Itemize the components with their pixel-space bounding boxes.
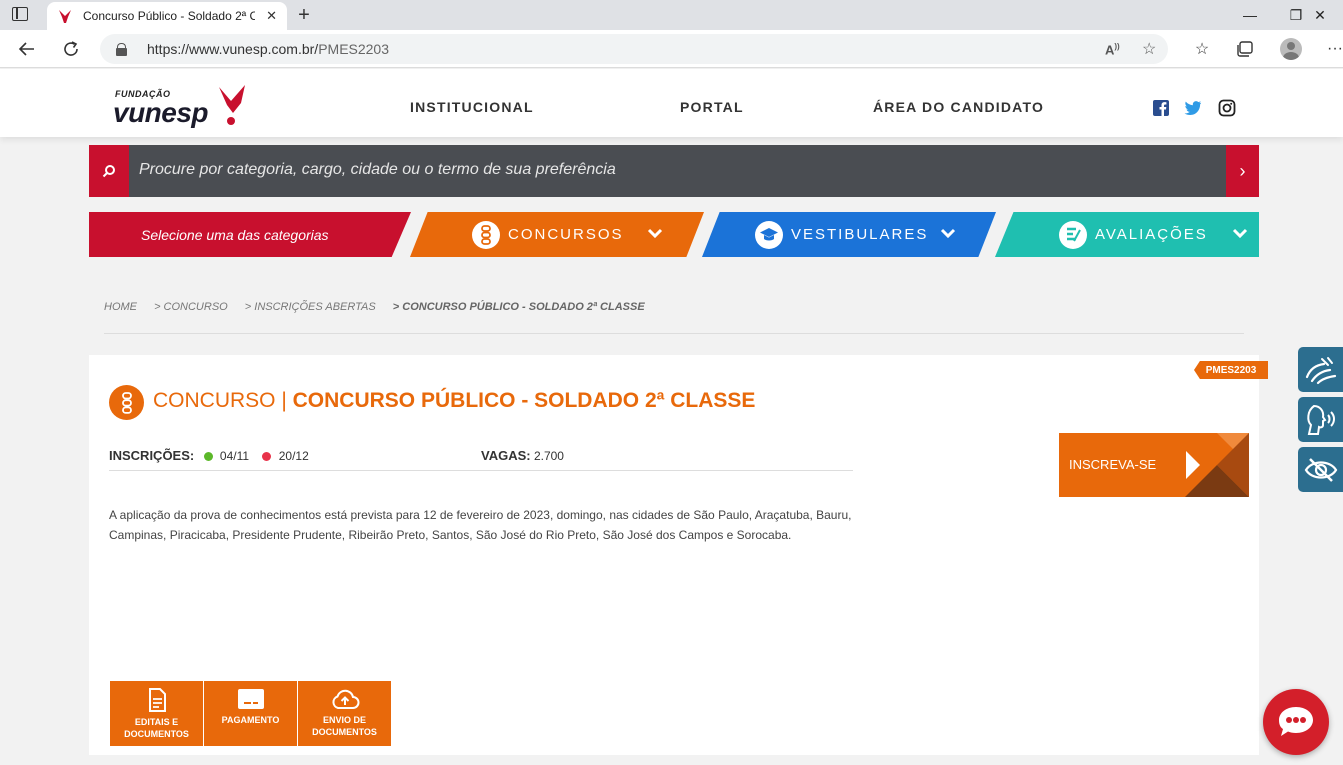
graduation-cap-icon (755, 220, 783, 249)
reload-button[interactable] (59, 37, 83, 61)
category-bar: Selecione uma das categorias CONCURSOS V… (89, 212, 1259, 257)
facebook-icon[interactable] (1152, 99, 1170, 117)
start-date: 04/11 (219, 449, 250, 463)
envio-label: ENVIO DE DOCUMENTOS (312, 715, 377, 737)
twitter-icon[interactable] (1184, 99, 1202, 117)
breadcrumb-concurso[interactable]: > CONCURSO (154, 301, 228, 313)
payment-slip-icon (237, 689, 264, 709)
breadcrumb-home[interactable]: HOME (104, 301, 137, 313)
back-button[interactable] (15, 37, 39, 61)
evaluation-icon (1059, 220, 1087, 249)
search-icon[interactable] (89, 145, 129, 197)
instagram-icon[interactable] (1218, 99, 1236, 117)
sign-language-hands-icon (1305, 356, 1336, 384)
vagas-value: 2.700 (533, 449, 564, 463)
tab-close-icon[interactable]: ✕ (266, 8, 277, 24)
info-divider (109, 470, 853, 471)
editais-label: EDITAIS E DOCUMENTOS (124, 717, 189, 739)
search-submit-button[interactable]: › (1226, 145, 1259, 197)
pagamento-button[interactable]: PAGAMENTO (204, 681, 297, 746)
inscricoes-label: INSCRIÇÕES: (109, 448, 195, 463)
profile-avatar[interactable] (1280, 38, 1302, 60)
speaking-head-icon (1306, 404, 1335, 435)
sign-language-button[interactable] (1298, 347, 1343, 392)
vunesp-logo[interactable]: FUNDAÇÃO vunesp (113, 83, 253, 129)
search-bar: Procure por categoria, cargo, cidade ou … (89, 145, 1259, 197)
vagas-label: VAGAS: (481, 448, 531, 463)
vagas-info: VAGAS: 2.700 (481, 448, 564, 463)
cloud-upload-icon (331, 689, 359, 709)
collections-icon[interactable] (1235, 40, 1255, 58)
favorites-icon[interactable]: ☆ (1192, 40, 1212, 58)
category-vestibulares[interactable]: VESTIBULARES (702, 212, 996, 257)
inscricoes-info: INSCRIÇÕES: 04/11 20/12 (109, 448, 309, 463)
breadcrumb-inscricoes[interactable]: > INSCRIÇÕES ABERTAS (245, 301, 376, 313)
search-input[interactable]: Procure por categoria, cargo, cidade ou … (139, 161, 616, 179)
browser-tab-bar: Concurso Público - Soldado 2ª Classe ✕ +… (0, 0, 1343, 30)
vunesp-bird-icon (219, 85, 245, 125)
page-title: CONCURSO | CONCURSO PÚBLICO - SOLDADO 2ª… (153, 389, 755, 413)
new-tab-button[interactable]: + (292, 3, 316, 27)
read-aloud-icon[interactable]: A)) (1105, 42, 1120, 57)
contest-title: CONCURSO PÚBLICO - SOLDADO 2ª CLASSE (292, 389, 756, 412)
pagamento-label: PAGAMENTO (221, 715, 280, 725)
subscribe-label: INSCREVA-SE (1069, 457, 1157, 472)
document-actions: EDITAIS E DOCUMENTOS PAGAMENTO ENVIO DE … (110, 681, 392, 746)
breadcrumb-current: > CONCURSO PÚBLICO - SOLDADO 2ª CLASSE (392, 301, 645, 313)
add-favorite-icon[interactable]: ☆ (1142, 39, 1156, 59)
breadcrumb-divider (104, 333, 1244, 334)
chat-bubble-icon (1279, 707, 1313, 736)
high-contrast-button[interactable] (1298, 447, 1343, 492)
category-vestibulares-label: VESTIBULARES (791, 226, 929, 243)
nav-area-do-candidato[interactable]: ÁREA DO CANDIDATO (873, 99, 1044, 115)
envio-documentos-button[interactable]: ENVIO DE DOCUMENTOS (298, 681, 391, 746)
reload-icon (64, 41, 78, 56)
category-concursos-label: CONCURSOS (508, 226, 624, 243)
breadcrumb: HOME > CONCURSO > INSCRIÇÕES ABERTAS > C… (104, 301, 659, 313)
logo-brand-text: vunesp (113, 97, 209, 128)
eye-slash-icon (1304, 457, 1337, 482)
concurso-type-icon (109, 385, 144, 420)
nav-institucional[interactable]: INSTITUCIONAL (410, 99, 534, 115)
back-arrow-icon (18, 42, 34, 56)
tab-actions-icon[interactable] (12, 7, 28, 21)
chat-button[interactable] (1263, 689, 1329, 755)
address-bar[interactable]: https://www.vunesp.com.br/PMES2203 A)) ☆ (100, 34, 1168, 64)
lock-icon (116, 42, 127, 56)
url-text: https://www.vunesp.com.br/PMES2203 (147, 41, 390, 57)
subscribe-button[interactable]: INSCREVA-SE (1059, 433, 1249, 497)
select-category-label: Selecione uma das categorias (89, 212, 411, 257)
audio-reader-button[interactable] (1298, 397, 1343, 442)
browser-toolbar: https://www.vunesp.com.br/PMES2203 A)) ☆… (0, 30, 1343, 68)
chevron-down-icon (647, 228, 663, 239)
category-avaliacoes[interactable]: AVALIAÇÕES (995, 212, 1259, 257)
chevron-down-icon (940, 228, 956, 239)
document-icon (148, 688, 166, 712)
end-date: 20/12 (278, 449, 309, 463)
browser-tab[interactable]: Concurso Público - Soldado 2ª Classe ✕ (47, 2, 287, 30)
nav-portal[interactable]: PORTAL (680, 99, 744, 115)
contest-type-label: CONCURSO | (153, 389, 287, 412)
chevron-down-icon (1232, 228, 1248, 239)
site-header: FUNDAÇÃO vunesp INSTITUCIONAL PORTAL ÁRE… (0, 69, 1343, 137)
contest-description: A aplicação da prova de conhecimentos es… (109, 508, 852, 542)
editais-button[interactable]: EDITAIS E DOCUMENTOS (110, 681, 203, 746)
settings-more-icon[interactable]: ··· (1325, 40, 1343, 58)
end-date-dot (262, 452, 272, 461)
category-avaliacoes-label: AVALIAÇÕES (1095, 226, 1208, 243)
contest-code-badge: PMES2203 (1194, 361, 1268, 379)
play-arrow-icon (1186, 451, 1200, 479)
vunesp-favicon-icon (59, 10, 71, 23)
start-date-dot (203, 452, 213, 461)
category-concursos[interactable]: CONCURSOS (410, 212, 704, 257)
tab-title: Concurso Público - Soldado 2ª Classe (83, 9, 255, 23)
close-window-button[interactable]: ✕ (1297, 0, 1343, 30)
concursos-icon (472, 220, 500, 249)
minimize-button[interactable]: — (1227, 0, 1273, 30)
